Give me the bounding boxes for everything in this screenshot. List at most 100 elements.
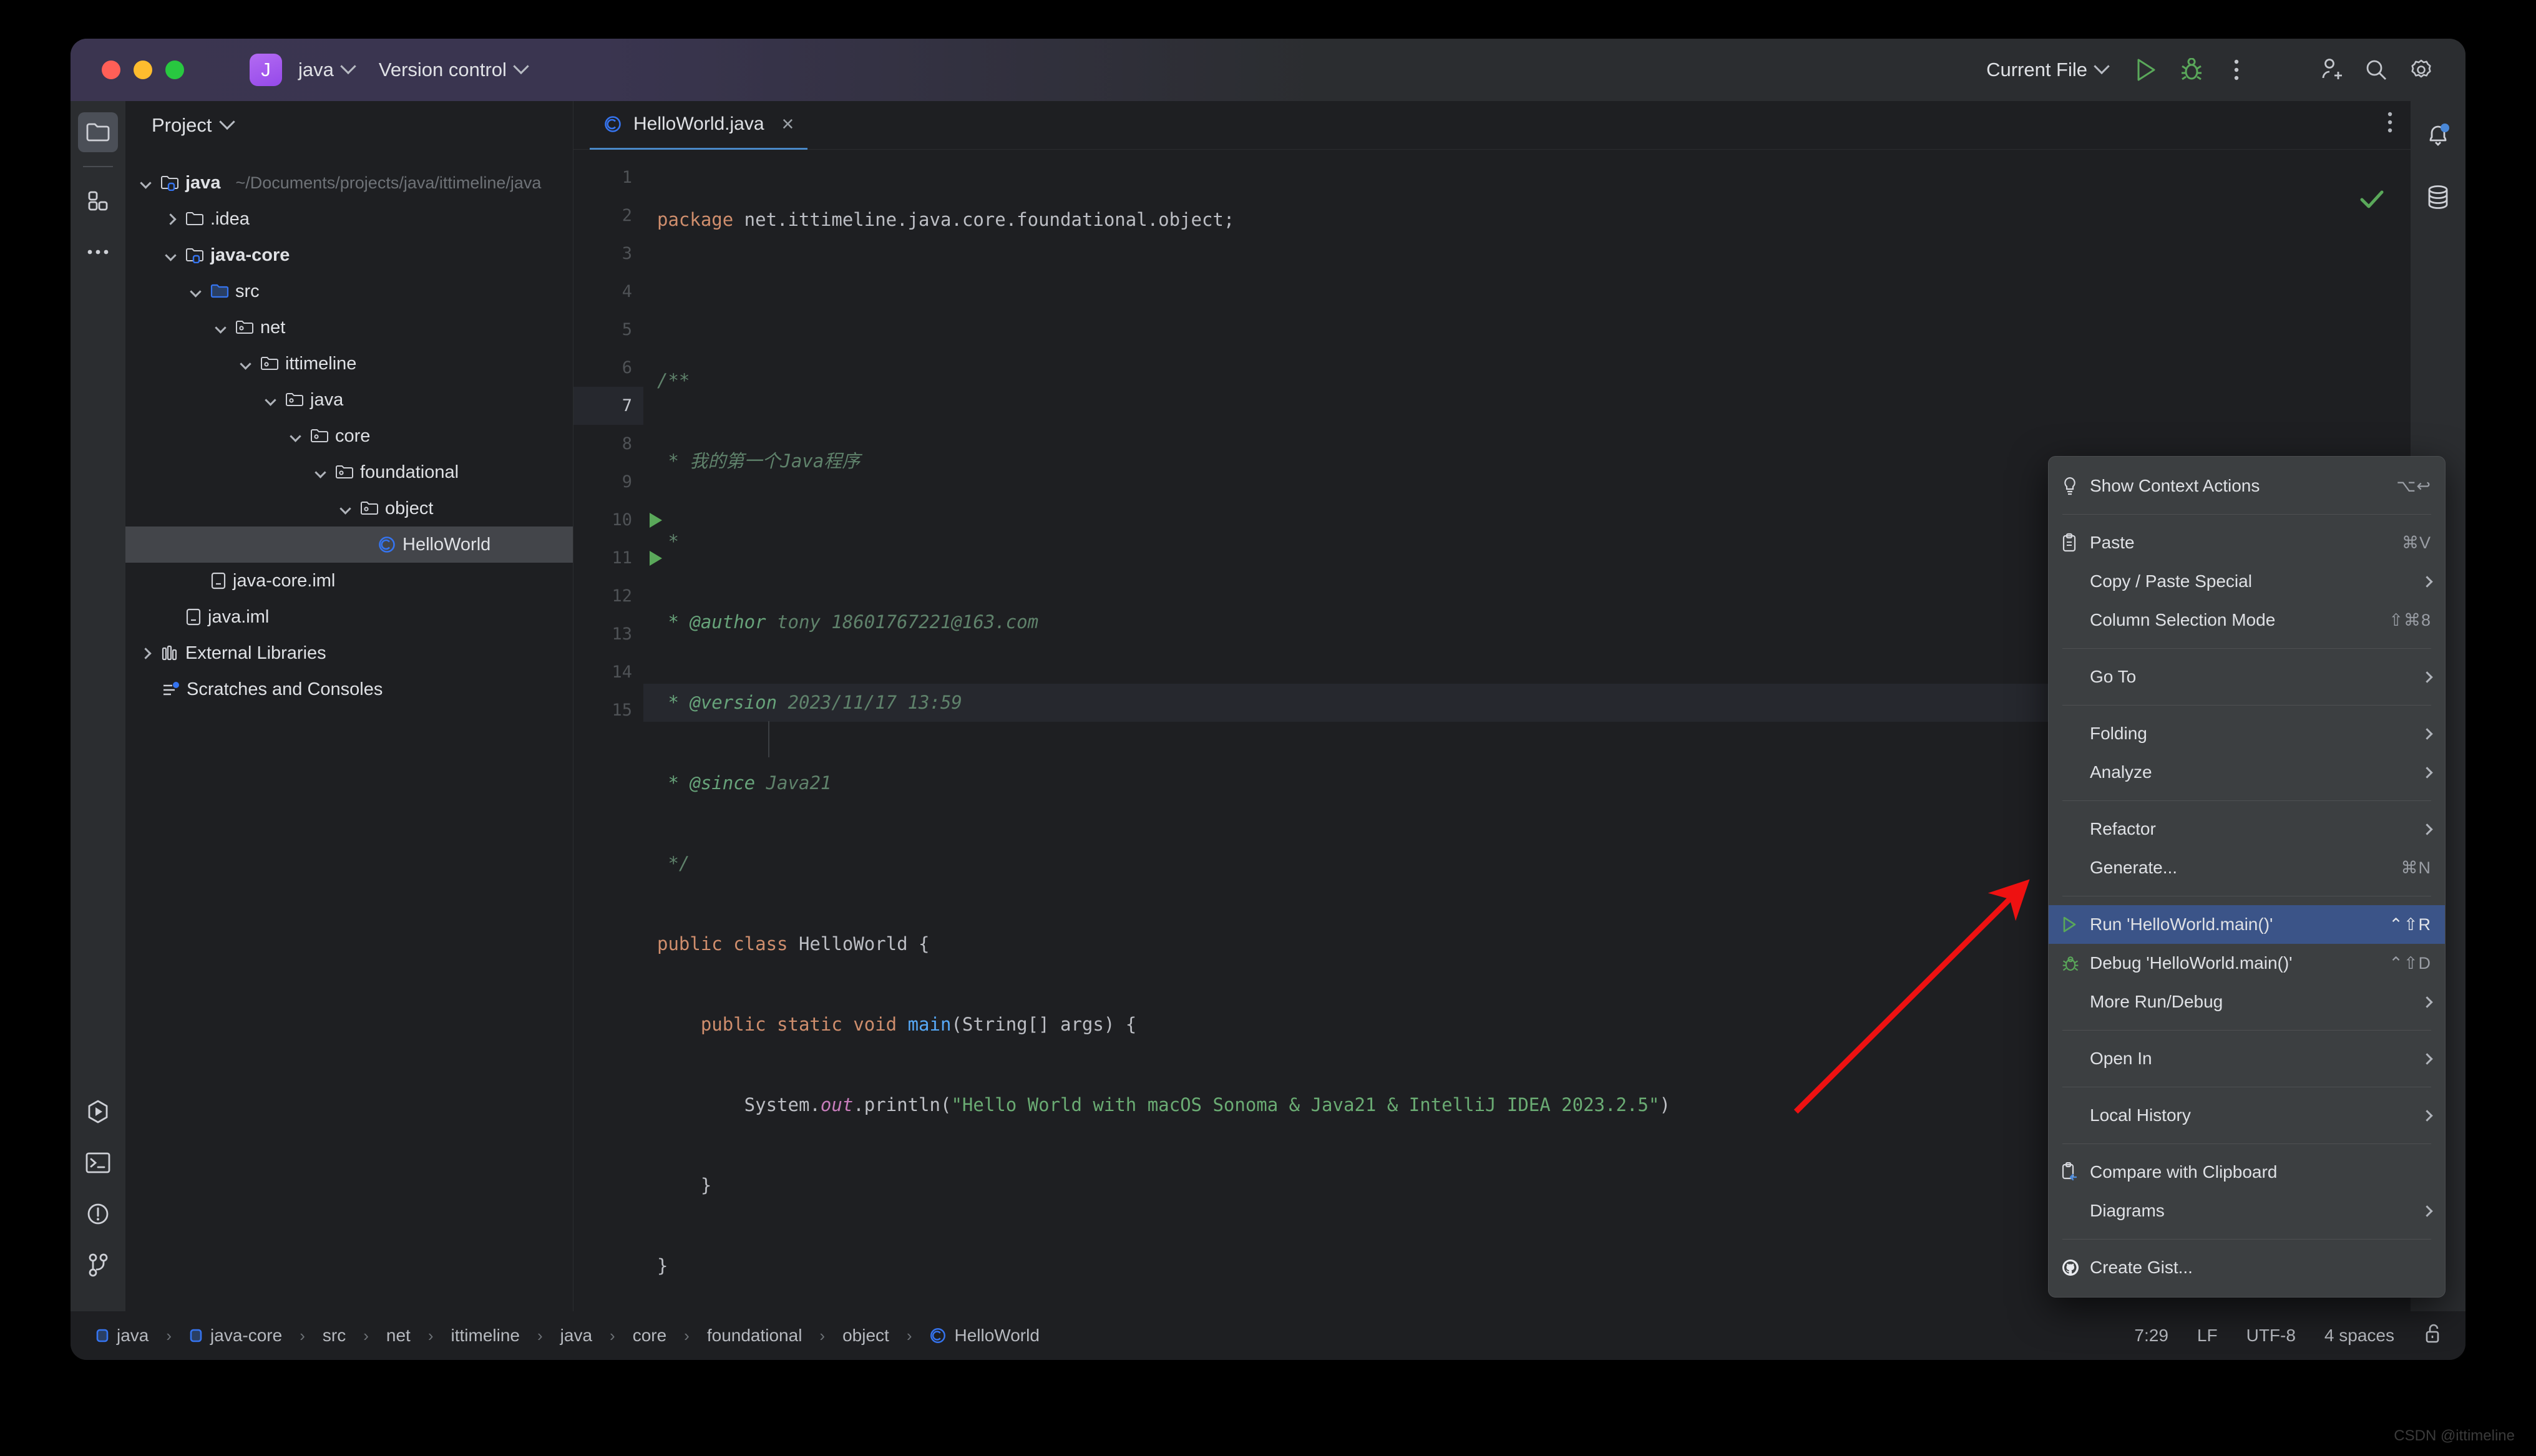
sidebar-item-run[interactable]	[78, 1092, 118, 1132]
sidebar-item-terminal[interactable]	[78, 1143, 118, 1183]
chevron-down-icon[interactable]	[311, 463, 329, 481]
settings-button[interactable]	[2402, 51, 2441, 89]
maximize-window-button[interactable]	[165, 61, 184, 79]
tab-helloworld-java[interactable]: HelloWorld.java ×	[590, 101, 808, 150]
editor-context-menu[interactable]: Show Context Actions ⌥↩ Paste ⌘V Copy / …	[2048, 456, 2446, 1298]
keyword-public-class: public class	[657, 933, 788, 954]
github-icon	[2061, 1258, 2090, 1277]
menu-item-more-run-debug[interactable]: More Run/Debug	[2049, 983, 2445, 1021]
tree-node-foundational[interactable]: foundational	[125, 454, 573, 490]
chevron-down-icon[interactable]	[187, 283, 204, 300]
chevron-down-icon[interactable]	[286, 427, 304, 445]
tree-node-net[interactable]: net	[125, 309, 573, 346]
breadcrumb-item-src[interactable]: src	[323, 1326, 346, 1346]
sidebar-item-database[interactable]	[2418, 177, 2458, 217]
breadcrumb: java › java-core › src › net › ittimelin…	[95, 1326, 1040, 1346]
line-separator[interactable]: LF	[2197, 1326, 2218, 1346]
breadcrumb-item-helloworld[interactable]: HelloWorld	[929, 1326, 1040, 1346]
breadcrumb-item-foundational[interactable]: foundational	[707, 1326, 802, 1346]
close-window-button[interactable]	[102, 61, 120, 79]
chevron-right-icon[interactable]	[162, 210, 179, 228]
project-panel-header[interactable]: Project	[125, 101, 573, 150]
chevron-down-icon[interactable]	[137, 174, 154, 192]
chevron-down-icon	[340, 58, 356, 75]
tree-node-external-libraries[interactable]: External Libraries	[125, 635, 573, 671]
menu-item-copy-paste-special[interactable]: Copy / Paste Special	[2049, 562, 2445, 601]
run-configuration-selector[interactable]: Current File	[1986, 58, 2110, 81]
breadcrumb-item-object[interactable]: object	[842, 1326, 889, 1346]
tree-node-object[interactable]: object	[125, 490, 573, 527]
menu-item-run-helloworld-main[interactable]: Run 'HelloWorld.main()' ⌃⇧R	[2049, 905, 2445, 944]
breadcrumb-item-core[interactable]: core	[633, 1326, 666, 1346]
run-button[interactable]	[2127, 51, 2166, 89]
breadcrumb-item-java-package[interactable]: java	[560, 1326, 592, 1346]
chevron-down-icon[interactable]	[162, 246, 179, 264]
breadcrumb-item-java[interactable]: java	[95, 1326, 149, 1346]
chevron-right-icon	[2421, 1052, 2433, 1065]
more-actions-button[interactable]	[2217, 51, 2256, 89]
chevron-right-icon[interactable]	[137, 644, 154, 662]
tree-node-label: java-core.iml	[233, 570, 336, 591]
tree-node-java-core[interactable]: java-core	[125, 237, 573, 273]
add-collaborator-button[interactable]	[2312, 51, 2351, 89]
tree-node-ittimeline[interactable]: ittimeline	[125, 346, 573, 382]
tree-node-helloworld[interactable]: HelloWorld	[125, 527, 573, 563]
breadcrumb-item-java-core[interactable]: java-core	[189, 1326, 282, 1346]
breadcrumb-item-net[interactable]: net	[386, 1326, 411, 1346]
chevron-down-icon[interactable]	[336, 500, 354, 517]
tree-node-idea[interactable]: .idea	[125, 201, 573, 237]
menu-item-go-to[interactable]: Go To	[2049, 658, 2445, 696]
menu-item-debug-helloworld-main[interactable]: Debug 'HelloWorld.main()' ⌃⇧D	[2049, 944, 2445, 983]
menu-item-label: Create Gist...	[2090, 1258, 2193, 1277]
menu-item-analyze[interactable]: Analyze	[2049, 753, 2445, 792]
chevron-down-icon[interactable]	[237, 355, 254, 372]
chevron-down-icon[interactable]	[261, 391, 279, 409]
minimize-window-button[interactable]	[134, 61, 152, 79]
tree-node-scratches-and-consoles[interactable]: Scratches and Consoles	[125, 671, 573, 707]
menu-item-create-gist[interactable]: Create Gist...	[2049, 1248, 2445, 1287]
sidebar-item-project[interactable]	[78, 112, 118, 152]
tree-node-java-root[interactable]: java ~/Documents/projects/java/ittimelin…	[125, 165, 573, 201]
inspection-status-icon[interactable]	[2178, 160, 2386, 246]
chevron-down-icon[interactable]	[212, 319, 229, 336]
version-control-dropdown[interactable]: Version control	[370, 54, 535, 86]
close-icon[interactable]: ×	[782, 114, 794, 135]
editor-more-options-button[interactable]	[2387, 110, 2393, 140]
menu-item-diagrams[interactable]: Diagrams	[2049, 1191, 2445, 1230]
sidebar-item-more-tool-windows[interactable]	[78, 232, 118, 272]
tree-node-core[interactable]: core	[125, 418, 573, 454]
folder-icon	[186, 212, 203, 225]
breadcrumb-label: java-core	[210, 1326, 283, 1345]
menu-item-open-in[interactable]: Open In	[2049, 1039, 2445, 1078]
sidebar-item-version-control[interactable]	[78, 1245, 118, 1285]
menu-item-column-selection-mode[interactable]: Column Selection Mode ⇧⌘8	[2049, 601, 2445, 639]
blocks-icon	[88, 191, 108, 211]
indent-setting[interactable]: 4 spaces	[2324, 1326, 2394, 1346]
sidebar-item-problems[interactable]	[78, 1194, 118, 1234]
menu-item-paste[interactable]: Paste ⌘V	[2049, 523, 2445, 562]
debug-button[interactable]	[2172, 51, 2211, 89]
project-name-dropdown[interactable]: java	[290, 54, 363, 86]
read-only-toggle[interactable]	[2423, 1323, 2444, 1349]
sidebar-item-structure[interactable]	[78, 181, 118, 221]
tree-node-label: net	[260, 317, 286, 337]
line-number: 5	[622, 320, 632, 339]
tree-node-java-package[interactable]: java	[125, 382, 573, 418]
tree-node-java-iml[interactable]: java.iml	[125, 599, 573, 635]
menu-item-refactor[interactable]: Refactor	[2049, 810, 2445, 848]
menu-item-generate[interactable]: Generate... ⌘N	[2049, 848, 2445, 887]
menu-item-label: Generate...	[2090, 858, 2178, 877]
breadcrumb-item-ittimeline[interactable]: ittimeline	[451, 1326, 520, 1346]
file-encoding[interactable]: UTF-8	[2246, 1326, 2296, 1346]
menu-item-compare-with-clipboard[interactable]: Compare with Clipboard	[2049, 1153, 2445, 1191]
menu-item-show-context-actions[interactable]: Show Context Actions ⌥↩	[2049, 467, 2445, 505]
menu-item-folding[interactable]: Folding	[2049, 714, 2445, 753]
tree-node-java-core-iml[interactable]: java-core.iml	[125, 563, 573, 599]
tree-node-label: src	[235, 281, 260, 301]
module-folder-icon	[186, 248, 203, 263]
tree-node-src[interactable]: src	[125, 273, 573, 309]
caret-position[interactable]: 7:29	[2134, 1326, 2168, 1346]
sidebar-item-notifications[interactable]	[2418, 116, 2458, 156]
menu-item-local-history[interactable]: Local History	[2049, 1096, 2445, 1135]
search-everywhere-button[interactable]	[2357, 51, 2396, 89]
